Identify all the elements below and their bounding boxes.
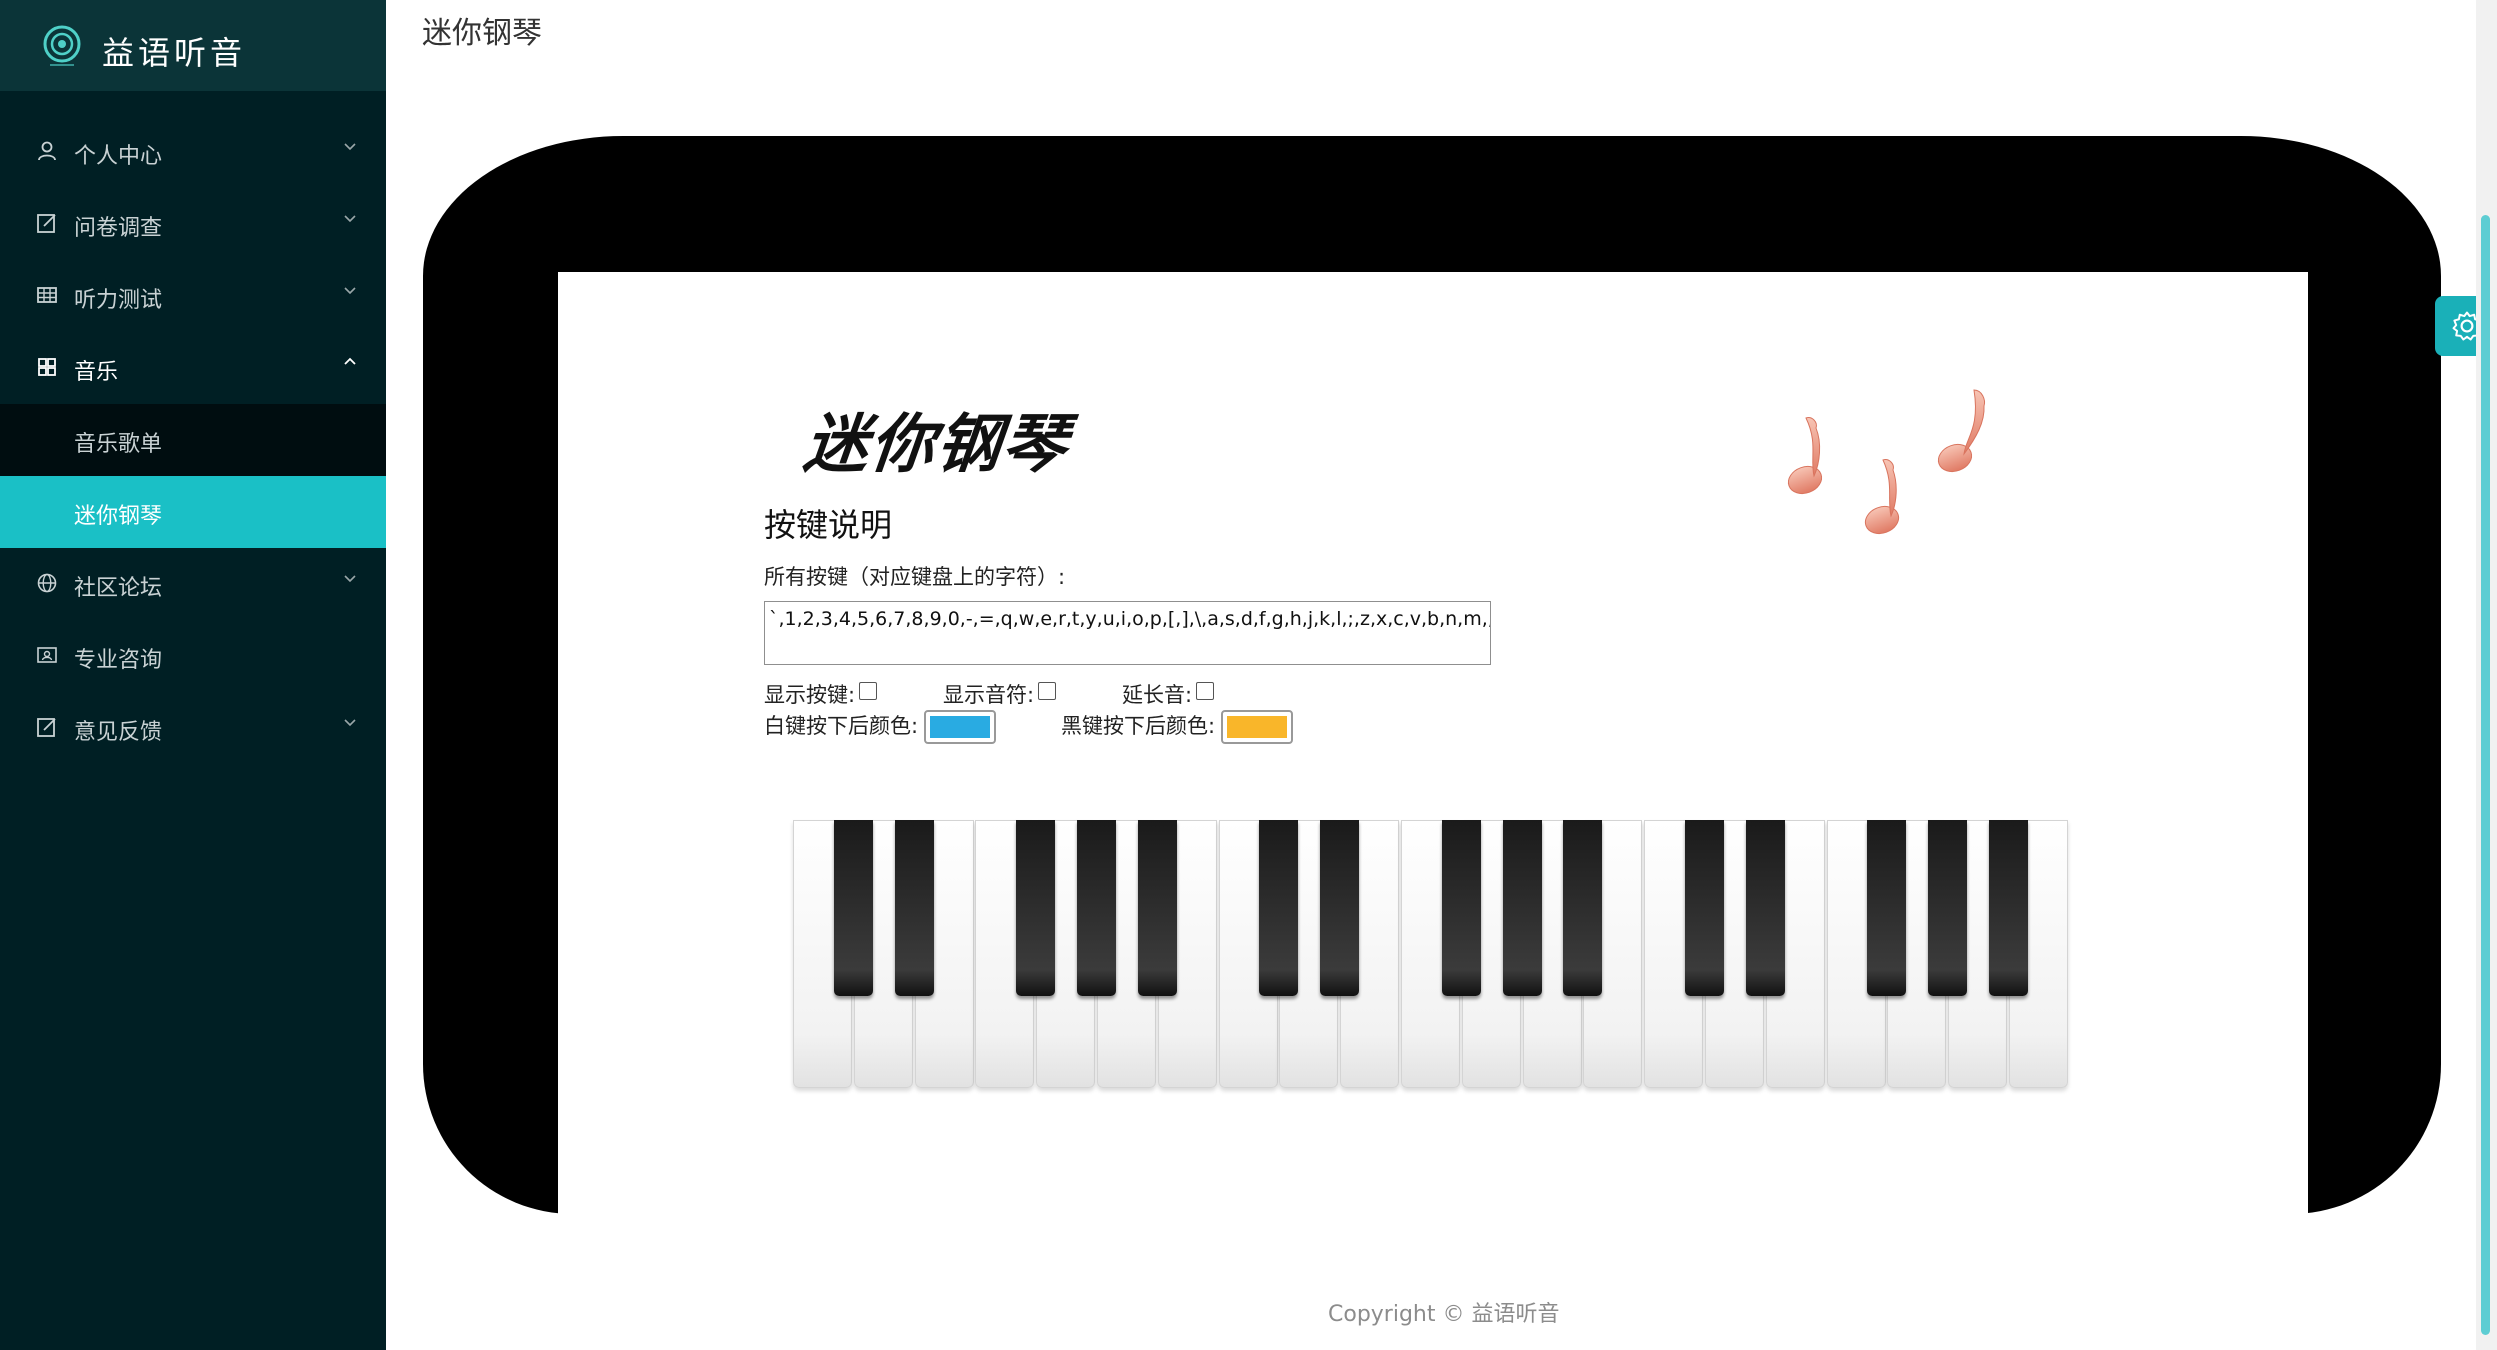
show-notes-checkbox[interactable] xyxy=(1038,682,1057,700)
brand-name: 益语听音 xyxy=(102,34,247,72)
white-key-color-option: 白键按下后颜色: xyxy=(764,710,997,744)
black-key[interactable] xyxy=(1867,820,1907,996)
sustain-label: 延长音: xyxy=(1122,683,1193,707)
black-key-color-label: 黑键按下后颜色: xyxy=(1061,714,1216,738)
black-key[interactable] xyxy=(1259,820,1299,996)
sidebar-subitem-label: 迷你钢琴 xyxy=(74,503,163,528)
chevron-down-icon xyxy=(344,215,356,223)
sidebar-item-label: 音乐 xyxy=(74,359,119,384)
black-key[interactable] xyxy=(1441,820,1481,996)
sidebar-item-label: 社区论坛 xyxy=(74,575,163,600)
user-icon xyxy=(38,141,56,161)
sidebar-item-music[interactable]: 音乐 xyxy=(0,332,386,404)
show-notes-option: 显示音符: xyxy=(943,679,1057,709)
brand-logo-icon xyxy=(43,25,81,66)
page-title: 迷你钢琴 xyxy=(422,16,542,51)
black-key[interactable] xyxy=(1563,820,1603,996)
black-key-color-swatch xyxy=(1227,716,1288,738)
sidebar: 益语听音 个人中心 问卷调查 听力测试 音乐 音乐歌单 迷你钢琴 社区论坛 专业… xyxy=(0,0,386,1350)
table-icon xyxy=(37,287,57,303)
chevron-down-icon xyxy=(344,575,356,583)
white-key-color-label: 白键按下后颜色: xyxy=(764,714,919,738)
sidebar-item-feedback[interactable]: 意见反馈 xyxy=(0,692,386,764)
chevron-down-icon xyxy=(344,719,356,727)
brand-header: 益语听音 xyxy=(0,0,386,91)
music-submenu: 音乐歌单 迷你钢琴 xyxy=(0,404,386,548)
show-notes-label: 显示音符: xyxy=(943,683,1035,707)
white-key-color-swatch xyxy=(930,716,991,738)
black-key-color-picker[interactable] xyxy=(1221,710,1294,744)
black-key[interactable] xyxy=(1745,820,1785,996)
black-key[interactable] xyxy=(1502,820,1542,996)
black-key[interactable] xyxy=(1016,820,1056,996)
sidebar-item-personal-center[interactable]: 个人中心 xyxy=(0,116,386,188)
black-key[interactable] xyxy=(1137,820,1177,996)
black-key[interactable] xyxy=(1989,820,2028,996)
music-notes-icon xyxy=(1787,389,1985,535)
sidebar-menu: 个人中心 问卷调查 听力测试 音乐 音乐歌单 迷你钢琴 社区论坛 专业咨询 意见… xyxy=(0,116,386,764)
sidebar-subitem-mini-piano[interactable]: 迷你钢琴 xyxy=(0,476,386,548)
sidebar-subitem-label: 音乐歌单 xyxy=(74,431,163,456)
sidebar-subitem-music-playlist[interactable]: 音乐歌单 xyxy=(0,404,386,476)
globe-icon xyxy=(37,573,57,593)
all-keys-textbox[interactable]: `,1,2,3,4,5,6,7,8,9,0,-,=,q,w,e,r,t,y,u,… xyxy=(764,601,1491,665)
black-key[interactable] xyxy=(1928,820,1968,996)
sidebar-item-label: 意见反馈 xyxy=(74,719,163,744)
scrollbar-thumb[interactable] xyxy=(2481,215,2490,1335)
black-key[interactable] xyxy=(833,820,873,996)
chevron-down-icon xyxy=(344,287,356,295)
black-key[interactable] xyxy=(894,820,934,996)
sidebar-item-label: 问卷调查 xyxy=(74,215,163,240)
show-keys-label: 显示按键: xyxy=(764,683,856,707)
sidebar-item-consultation[interactable]: 专业咨询 xyxy=(0,620,386,692)
sustain-option: 延长音: xyxy=(1122,679,1215,709)
sustain-checkbox[interactable] xyxy=(1196,682,1215,700)
chevron-up-icon xyxy=(344,357,356,365)
black-key[interactable] xyxy=(1685,820,1724,996)
grid-icon xyxy=(38,358,56,376)
sidebar-item-community-forum[interactable]: 社区论坛 xyxy=(0,548,386,620)
edit-icon xyxy=(37,718,56,737)
sidebar-item-hearing-test[interactable]: 听力测试 xyxy=(0,260,386,332)
footer-copyright: Copyright © 益语听音 xyxy=(1328,1302,1560,1327)
sidebar-item-label: 专业咨询 xyxy=(74,647,163,672)
show-keys-option: 显示按键: xyxy=(764,679,878,709)
key-instructions-title: 按键说明 xyxy=(764,506,893,544)
piano-keyboard xyxy=(793,820,2071,1090)
sidebar-item-label: 个人中心 xyxy=(74,143,163,168)
black-key[interactable] xyxy=(1077,820,1116,996)
chevron-down-icon xyxy=(344,143,356,151)
black-key-color-option: 黑键按下后颜色: xyxy=(1061,710,1294,744)
edit-icon xyxy=(37,214,56,233)
black-key[interactable] xyxy=(1320,820,1360,996)
sidebar-item-survey[interactable]: 问卷调查 xyxy=(0,188,386,260)
piano-title: 迷你钢琴 xyxy=(800,408,1073,482)
show-keys-checkbox[interactable] xyxy=(859,682,878,700)
all-keys-caption: 所有按键（对应键盘上的字符）: xyxy=(764,565,1066,589)
consult-icon xyxy=(37,647,57,663)
white-key-color-picker[interactable] xyxy=(924,710,997,744)
sidebar-item-label: 听力测试 xyxy=(74,287,163,312)
